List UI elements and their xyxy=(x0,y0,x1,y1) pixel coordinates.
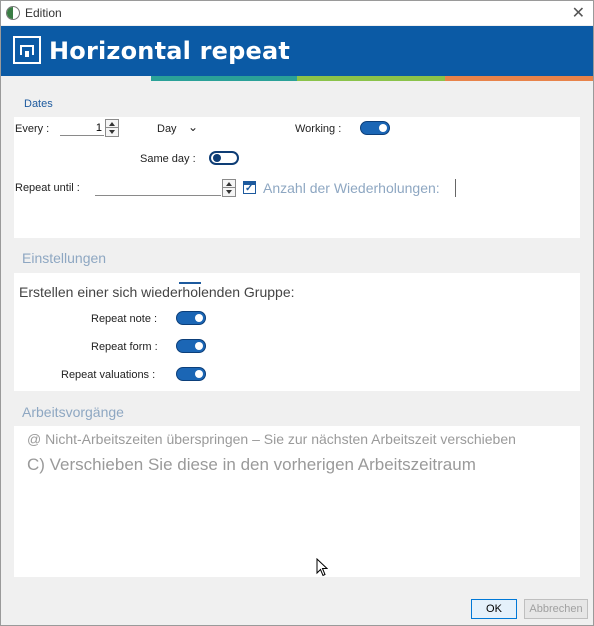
app-icon xyxy=(6,6,20,20)
page-title: Horizontal repeat xyxy=(49,37,291,65)
dialog-window: Edition ✕ Horizontal repeat Dates Every … xyxy=(0,0,594,626)
accent-stripe-3 xyxy=(445,76,593,81)
repeat-until-input[interactable] xyxy=(95,180,221,196)
move-previous-option[interactable]: C) Verschieben Sie diese in den vorherig… xyxy=(27,455,476,475)
unit-select[interactable]: Day xyxy=(157,123,177,135)
operations-section-label: Arbeitsvorgänge xyxy=(22,404,124,420)
dates-section-label: Dates xyxy=(24,98,53,110)
settings-panel: Erstellen einer sich wiederholenden Grup… xyxy=(14,273,580,391)
settings-description: Erstellen einer sich wiederholenden Grup… xyxy=(19,284,295,300)
same-day-label: Same day : xyxy=(140,153,196,165)
repeat-note-toggle[interactable] xyxy=(176,311,206,325)
working-label: Working : xyxy=(295,123,342,135)
repeat-form-label: Repeat form : xyxy=(91,341,158,353)
settings-section-label: Einstellungen xyxy=(22,250,107,266)
dates-panel: Every : 1 Day ⌄ Working : Same day : Rep… xyxy=(14,117,580,238)
ok-button[interactable]: OK xyxy=(471,599,517,619)
repeat-note-label: Repeat note : xyxy=(91,313,158,325)
header-banner: Horizontal repeat xyxy=(1,26,593,76)
skip-nonworking-option[interactable]: @ Nicht-Arbeitszeiten überspringen – Sie… xyxy=(27,431,516,447)
repeat-until-label: Repeat until : xyxy=(15,182,80,194)
cancel-button[interactable]: Abbrechen xyxy=(524,599,588,619)
repeat-valuations-toggle[interactable] xyxy=(176,367,206,381)
repeat-until-spinner[interactable] xyxy=(222,179,236,197)
frame-logo-icon xyxy=(13,36,41,64)
same-day-toggle[interactable] xyxy=(209,151,239,165)
repeat-form-toggle[interactable] xyxy=(176,339,206,353)
focus-underline xyxy=(179,282,201,284)
close-icon[interactable]: ✕ xyxy=(572,3,585,23)
every-label: Every : xyxy=(15,123,50,135)
every-spinner[interactable] xyxy=(105,119,119,137)
mouse-cursor-icon xyxy=(316,558,328,577)
repeat-valuations-label: Repeat valuations : xyxy=(61,369,156,381)
accent-stripe-1 xyxy=(151,76,297,81)
accent-stripe-2 xyxy=(297,76,445,81)
every-input[interactable]: 1 xyxy=(60,120,104,136)
operations-panel: @ Nicht-Arbeitszeiten überspringen – Sie… xyxy=(14,426,580,577)
text-caret xyxy=(455,179,456,197)
repetitions-count-label: Anzahl der Wiederholungen: xyxy=(263,180,440,196)
chevron-down-icon[interactable]: ⌄ xyxy=(188,120,198,134)
calendar-check-icon[interactable]: ✓ xyxy=(243,181,256,194)
window-title: Edition xyxy=(25,6,62,20)
title-bar: Edition ✕ xyxy=(1,1,593,25)
working-toggle[interactable] xyxy=(360,121,390,135)
